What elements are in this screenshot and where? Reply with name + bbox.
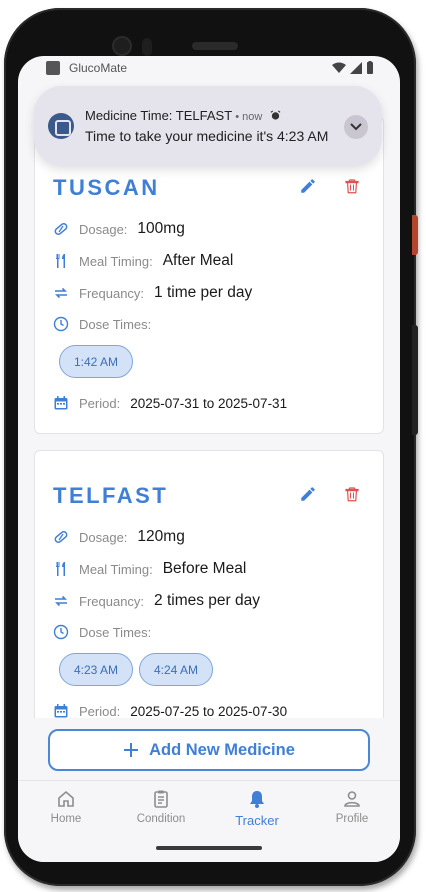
expand-notification-button[interactable] bbox=[344, 115, 368, 139]
meal-timing-label: Meal Timing: bbox=[79, 253, 153, 269]
home-indicator[interactable] bbox=[156, 846, 262, 850]
notification-body: Time to take your medicine it's 4:23 AM bbox=[85, 128, 329, 144]
add-button-label: Add New Medicine bbox=[149, 740, 295, 759]
utensils-icon bbox=[56, 562, 65, 576]
power-button bbox=[412, 215, 418, 255]
delete-icon[interactable] bbox=[343, 485, 361, 503]
calendar-icon bbox=[54, 396, 68, 410]
dose-times-label: Dose Times: bbox=[79, 316, 152, 332]
nav-item-tracker[interactable]: Tracker bbox=[217, 789, 297, 828]
period-value: 2025-07-25 to 2025-07-30 bbox=[130, 703, 288, 719]
dosage-label: Dosage: bbox=[79, 221, 128, 237]
dosage-value: 120mg bbox=[137, 528, 185, 545]
frequency-row: Frequancy: 2 times per day bbox=[53, 592, 260, 610]
app-status-icon bbox=[46, 61, 60, 75]
meal-timing-label: Meal Timing: bbox=[79, 561, 153, 577]
notification-title: Medicine Time: TELFAST • now bbox=[85, 108, 281, 123]
dose-time-chip[interactable]: 1:42 AM bbox=[59, 345, 134, 378]
frequency-value: 2 times per day bbox=[154, 592, 261, 609]
notification-banner[interactable]: Medicine Time: TELFAST • now Time to tak… bbox=[34, 86, 382, 166]
dosage-row: Dosage: 100mg bbox=[53, 220, 185, 238]
status-app-name: GlucoMate bbox=[69, 61, 128, 75]
clock-icon bbox=[53, 316, 69, 332]
dosage-value: 100mg bbox=[137, 220, 185, 237]
nav-item-condition[interactable]: Condition bbox=[121, 789, 201, 825]
frequency-value: 1 time per day bbox=[154, 284, 253, 301]
medicine-name: TUSCAN bbox=[53, 175, 160, 200]
frequency-label: Frequancy: bbox=[79, 593, 145, 609]
earpiece-speaker bbox=[192, 42, 238, 50]
volume-button bbox=[412, 325, 418, 435]
period-value: 2025-07-31 to 2025-07-31 bbox=[130, 395, 288, 411]
add-new-medicine-button[interactable]: Add New Medicine bbox=[48, 729, 370, 771]
medicine-card-telfast[interactable]: TELFAST Dosage: 120mg Meal Timing: Befor… bbox=[34, 450, 384, 750]
screen: GlucoMate TUSCAN Dosage: 100mg Meal Timi… bbox=[18, 56, 400, 862]
meal-timing-row: Meal Timing: Before Meal bbox=[53, 560, 246, 578]
signal-icon bbox=[350, 61, 362, 74]
nav-label-condition: Condition bbox=[136, 813, 186, 825]
delete-icon[interactable] bbox=[343, 177, 361, 195]
clipboard-icon bbox=[154, 790, 168, 808]
dose-time-chip[interactable]: 4:24 AM bbox=[139, 653, 214, 686]
nav-label-home: Home bbox=[50, 813, 82, 825]
nav-label-tracker: Tracker bbox=[235, 813, 279, 828]
person-icon bbox=[344, 791, 360, 807]
alarm-icon bbox=[270, 110, 281, 120]
meal-timing-row: Meal Timing: After Meal bbox=[53, 252, 233, 270]
dose-times-row: Dose Times: bbox=[53, 624, 151, 640]
chevron-down-icon bbox=[350, 123, 362, 131]
period-row: Period: 2025-07-31 to 2025-07-31 bbox=[53, 395, 287, 411]
edit-icon[interactable] bbox=[299, 177, 317, 195]
home-icon bbox=[58, 790, 74, 807]
dosage-row: Dosage: 120mg bbox=[53, 528, 185, 546]
dose-time-chip[interactable]: 4:23 AM bbox=[59, 653, 134, 686]
frequency-row: Frequancy: 1 time per day bbox=[53, 284, 252, 302]
clock-icon bbox=[53, 624, 69, 640]
wifi-icon bbox=[332, 62, 346, 73]
nav-item-home[interactable]: Home bbox=[26, 789, 106, 825]
nav-label-profile: Profile bbox=[335, 813, 369, 825]
frequency-label: Frequancy: bbox=[79, 285, 145, 301]
meal-timing-value: After Meal bbox=[162, 252, 234, 269]
front-camera bbox=[114, 38, 130, 54]
pill-icon bbox=[54, 531, 68, 543]
status-icons bbox=[332, 61, 374, 74]
dose-times-row: Dose Times: bbox=[53, 316, 151, 332]
period-label: Period: bbox=[79, 703, 121, 719]
dosage-label: Dosage: bbox=[79, 529, 128, 545]
utensils-icon bbox=[56, 254, 65, 268]
period-row: Period: 2025-07-25 to 2025-07-30 bbox=[53, 703, 287, 719]
nav-item-profile[interactable]: Profile bbox=[312, 789, 392, 825]
repeat-icon bbox=[55, 287, 67, 299]
status-bar: GlucoMate bbox=[18, 56, 400, 82]
bell-icon bbox=[250, 791, 264, 808]
medicine-name: TELFAST bbox=[53, 483, 169, 508]
notification-time: • now bbox=[232, 111, 263, 123]
meal-timing-value: Before Meal bbox=[162, 560, 247, 577]
calendar-icon bbox=[54, 704, 68, 718]
dose-times-label: Dose Times: bbox=[79, 624, 152, 640]
notification-title-text: Medicine Time: TELFAST bbox=[85, 108, 233, 123]
card-actions bbox=[299, 485, 361, 503]
battery-icon bbox=[367, 61, 373, 74]
period-label: Period: bbox=[79, 395, 121, 411]
plus-icon bbox=[124, 743, 139, 757]
pill-icon bbox=[54, 223, 68, 235]
edit-icon[interactable] bbox=[299, 485, 317, 503]
sensor bbox=[142, 38, 152, 56]
repeat-icon bbox=[55, 595, 67, 607]
card-actions bbox=[299, 177, 361, 195]
app-notification-icon bbox=[48, 113, 74, 139]
